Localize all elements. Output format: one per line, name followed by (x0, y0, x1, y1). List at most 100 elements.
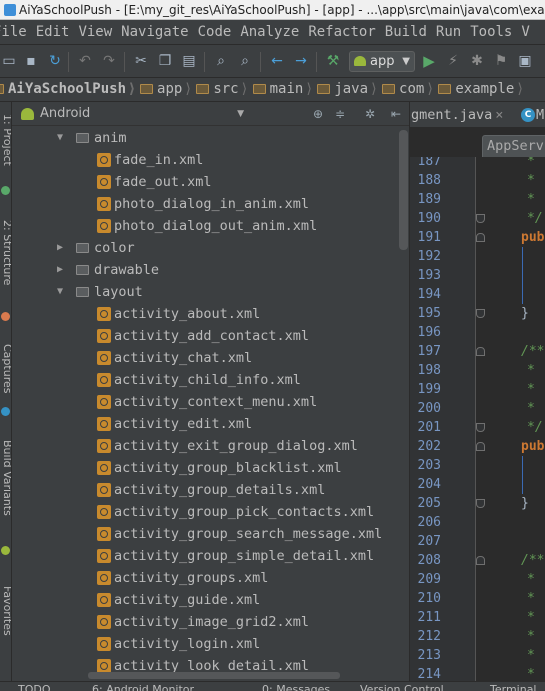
project-view-select[interactable]: Android ▼ (16, 104, 244, 124)
tree-file[interactable]: activity_image_grid2.xml (12, 611, 409, 633)
fold-marker-icon[interactable] (476, 214, 485, 223)
forward-icon[interactable]: → (292, 52, 310, 70)
paste-icon[interactable]: ▤ (180, 52, 198, 70)
cut-icon[interactable]: ✂ (132, 52, 150, 70)
run-configuration-select[interactable]: app ▼ (349, 51, 415, 72)
menu-code[interactable]: Code (193, 20, 236, 44)
sdk-manager-icon[interactable]: ▣ (516, 52, 534, 70)
tree-file[interactable]: activity_groups.xml (12, 567, 409, 589)
horizontal-scrollbar[interactable] (88, 672, 340, 679)
breadcrumb-item[interactable]: AiYaSchoolPush ⟩ (0, 78, 137, 101)
tree-file[interactable]: activity_add_contact.xml (12, 325, 409, 347)
fold-marker-icon[interactable] (476, 233, 485, 242)
tree-file[interactable]: activity_group_simple_detail.xml (12, 545, 409, 567)
folder-icon (317, 84, 331, 94)
vertical-scrollbar[interactable] (399, 130, 408, 250)
toolbar-separator (68, 52, 69, 72)
tab-main-class[interactable]: CM (518, 102, 544, 128)
tree-file[interactable]: activity_group_blacklist.xml (12, 457, 409, 479)
tree-file[interactable]: activity_context_menu.xml (12, 391, 409, 413)
tree-folder-layout[interactable]: ▼ layout (12, 281, 409, 303)
tree-folder-drawable[interactable]: ▶ drawable (12, 259, 409, 281)
menu-vcs[interactable]: V (516, 20, 533, 44)
tree-file[interactable]: activity_chat.xml (12, 347, 409, 369)
code-line: pub (521, 439, 545, 454)
tree-file[interactable]: activity_exit_group_dialog.xml (12, 435, 409, 457)
favorites-tool-button[interactable]: Favorites (0, 586, 11, 636)
breadcrumb-item[interactable]: src ⟩ (193, 78, 249, 101)
hide-panel-icon[interactable]: ⇤ (388, 105, 404, 123)
save-all-icon[interactable]: ▪ (22, 52, 40, 70)
fold-marker-icon[interactable] (476, 556, 485, 565)
breadcrumb-item[interactable]: com ⟩ (379, 78, 435, 101)
tab-fragment-java[interactable]: gment.java × (410, 102, 503, 128)
gear-icon[interactable]: ✲ (362, 105, 378, 123)
copy-icon[interactable]: ❐ (156, 52, 174, 70)
fold-marker-icon[interactable] (476, 442, 485, 451)
tree-file[interactable]: fade_out.xml (12, 171, 409, 193)
make-project-icon[interactable]: ⚒ (324, 52, 342, 70)
tab-appservice[interactable]: AppServ (482, 135, 545, 157)
tree-file[interactable]: activity_about.xml (12, 303, 409, 325)
tree-file[interactable]: activity_group_details.xml (12, 479, 409, 501)
run-icon[interactable]: ▶ (420, 52, 438, 70)
fold-marker-icon[interactable] (476, 423, 485, 432)
back-icon[interactable]: ← (268, 52, 286, 70)
captures-tool-button[interactable]: Captures (0, 344, 11, 393)
instant-run-icon[interactable]: ⚡ (444, 52, 462, 70)
tree-file[interactable]: activity_group_pick_contacts.xml (12, 501, 409, 523)
folder-icon (140, 84, 154, 94)
menu-edit[interactable]: Edit (31, 20, 74, 44)
fold-marker-icon[interactable] (476, 499, 485, 508)
todo-tool-button[interactable]: TODO (18, 683, 51, 691)
attach-debugger-icon[interactable]: ⚑ (492, 52, 510, 70)
project-tool-button[interactable]: 1: Project (0, 114, 11, 166)
breadcrumb-item[interactable]: java ⟩ (314, 78, 379, 101)
structure-tool-button[interactable]: 2: Structure (0, 220, 11, 285)
sync-icon[interactable]: ↻ (46, 52, 64, 70)
collapse-all-icon[interactable]: ≑ (332, 105, 348, 123)
fold-marker-icon[interactable] (476, 309, 485, 318)
tree-file[interactable]: activity_guide.xml (12, 589, 409, 611)
tree-folder-color[interactable]: ▶ color (12, 237, 409, 259)
tree-file[interactable]: fade_in.xml (12, 149, 409, 171)
undo-icon[interactable]: ↶ (76, 52, 94, 70)
menu-tools[interactable]: Tools (465, 20, 516, 44)
version-control-tool-button[interactable]: Version Control (360, 683, 444, 691)
tree-file[interactable]: activity_child_info.xml (12, 369, 409, 391)
menu-file[interactable]: File (0, 20, 31, 44)
menu-run[interactable]: Run (431, 20, 465, 44)
chevron-down-icon[interactable]: ▼ (54, 281, 66, 303)
fold-marker-icon[interactable] (476, 347, 485, 356)
tree-file[interactable]: activity_group_search_message.xml (12, 523, 409, 545)
chevron-down-icon[interactable]: ▼ (54, 127, 66, 149)
menu-view[interactable]: View (73, 20, 116, 44)
menu-refactor[interactable]: Refactor (303, 20, 379, 44)
locate-icon[interactable]: ⊕ (310, 105, 326, 123)
tree-file[interactable]: activity_edit.xml (12, 413, 409, 435)
chevron-right-icon[interactable]: ▶ (54, 237, 66, 259)
menu-build[interactable]: Build (380, 20, 431, 44)
tree-file[interactable]: activity_login.xml (12, 633, 409, 655)
breadcrumb-item[interactable]: app ⟩ (137, 78, 193, 101)
editor-secondary-tab-bar: AppServ (410, 128, 545, 157)
chevron-right-icon[interactable]: ▶ (54, 259, 66, 281)
build-variants-tool-button[interactable]: Build Variants (0, 440, 11, 516)
open-folder-icon[interactable]: ▭ (0, 52, 18, 70)
breadcrumb-item[interactable]: example ⟩ (435, 78, 525, 101)
terminal-tool-button[interactable]: Terminal (490, 683, 537, 691)
code-area[interactable]: * * * */ pub} /** * * * */ pub} /** * * * * * * (477, 157, 545, 681)
tree-file[interactable]: photo_dialog_in_anim.xml (12, 193, 409, 215)
tree-folder-anim[interactable]: ▼ anim (12, 127, 409, 149)
menu-navigate[interactable]: Navigate (116, 20, 192, 44)
android-monitor-tool-button[interactable]: 6: Android Monitor (92, 683, 194, 691)
breadcrumb-item[interactable]: main ⟩ (250, 78, 315, 101)
find-icon[interactable]: ⌕ (212, 52, 230, 70)
redo-icon[interactable]: ↷ (100, 52, 118, 70)
debug-icon[interactable]: ✱ (468, 52, 486, 70)
menu-analyze[interactable]: Analyze (235, 20, 303, 44)
replace-icon[interactable]: ⌕ (236, 52, 254, 70)
tree-file[interactable]: photo_dialog_out_anim.xml (12, 215, 409, 237)
close-icon[interactable]: × (495, 107, 503, 123)
messages-tool-button[interactable]: 0: Messages (262, 683, 330, 691)
